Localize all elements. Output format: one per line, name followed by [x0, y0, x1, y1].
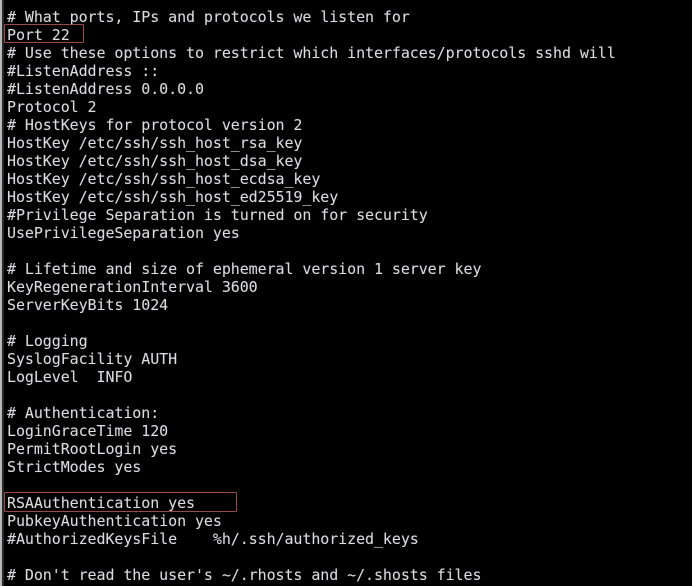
config-line: HostKey /etc/ssh/ssh_host_ed25519_key [7, 188, 339, 206]
config-line: HostKey /etc/ssh/ssh_host_ecdsa_key [7, 170, 321, 188]
config-line: # Don't read the user's ~/.rhosts and ~/… [7, 566, 482, 584]
config-line: # HostKeys for protocol version 2 [7, 116, 303, 134]
config-line: HostKey /etc/ssh/ssh_host_rsa_key [7, 134, 303, 152]
config-line: SyslogFacility AUTH [7, 350, 178, 368]
terminal-window[interactable]: # What ports, IPs and protocols we liste… [0, 0, 692, 586]
config-line: PubkeyAuthentication yes [7, 512, 222, 530]
config-line: #ListenAddress 0.0.0.0 [7, 80, 204, 98]
config-line: LoginGraceTime 120 [7, 422, 169, 440]
config-line: LogLevel INFO [7, 368, 133, 386]
config-line: HostKey /etc/ssh/ssh_host_dsa_key [7, 152, 303, 170]
config-line: StrictModes yes [7, 458, 142, 476]
config-line: # Use these options to restrict which in… [7, 44, 616, 62]
config-line: # Lifetime and size of ephemeral version… [7, 260, 482, 278]
highlight-box-rsa-authentication-yes [4, 492, 237, 512]
config-line: #Privilege Separation is turned on for s… [7, 206, 428, 224]
config-line: Protocol 2 [7, 98, 97, 116]
config-line: ServerKeyBits 1024 [7, 296, 169, 314]
config-line: #AuthorizedKeysFile %h/.ssh/authorized_k… [7, 530, 419, 548]
config-line: #ListenAddress :: [7, 62, 160, 80]
config-line: PermitRootLogin yes [7, 440, 178, 458]
config-line: # Logging [7, 332, 88, 350]
window-left-edge-shadow [2, 0, 4, 586]
config-line: KeyRegenerationInterval 3600 [7, 278, 258, 296]
config-line: # Authentication: [7, 404, 160, 422]
highlight-box-port-22 [4, 24, 84, 43]
config-line: UsePrivilegeSeparation yes [7, 224, 240, 242]
